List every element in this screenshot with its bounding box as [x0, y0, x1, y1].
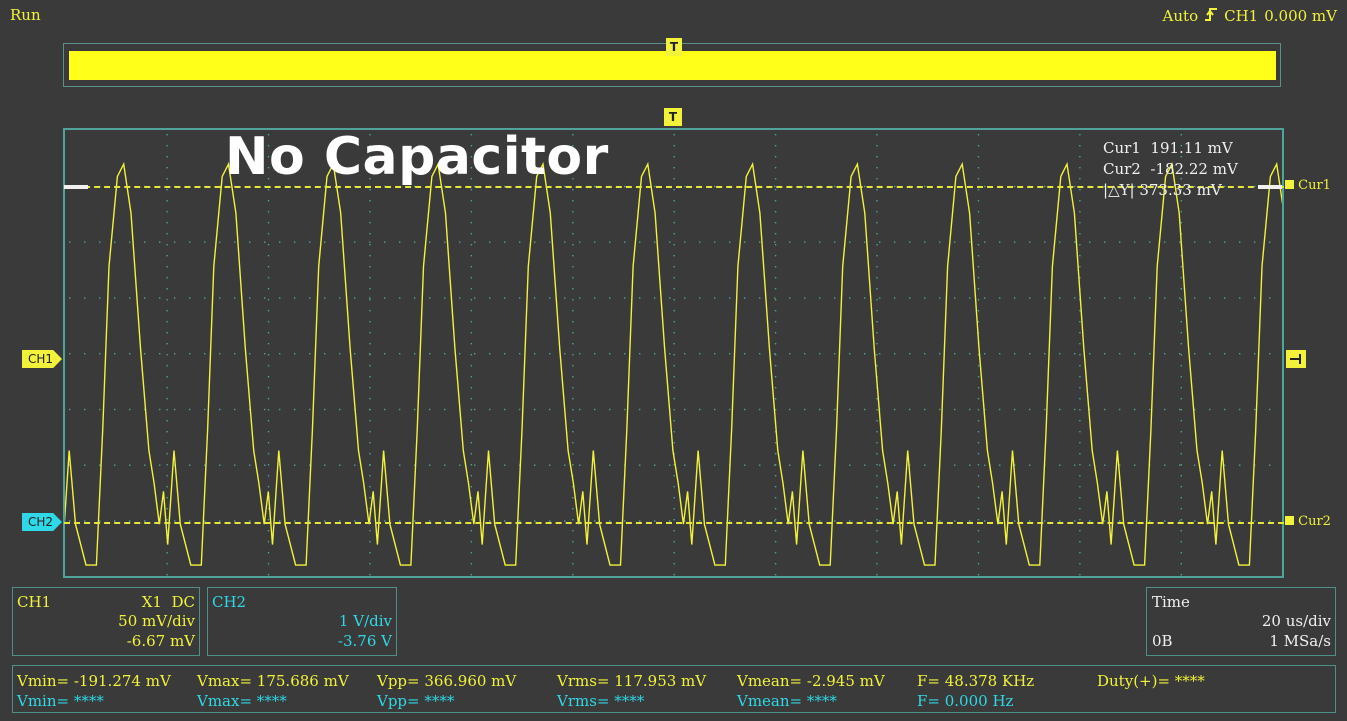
cur2-label: Cur2	[1103, 160, 1141, 178]
ch1-settings-panel[interactable]: CH1 X1 DC 50 mV/div -6.67 mV	[12, 587, 200, 656]
cursor-1-right-handle[interactable]	[1258, 185, 1282, 189]
cur2-value: -182.22 mV	[1150, 160, 1238, 178]
waveform-graph	[65, 134, 1282, 576]
ch1-duty: Duty(+)= ****	[1097, 672, 1205, 690]
trigger-marker-label: T	[669, 40, 679, 54]
cursor-2-square-icon	[1285, 516, 1294, 525]
trigger-status[interactable]: Auto CH1 0.000 mV	[1163, 6, 1337, 26]
run-status[interactable]: Run	[10, 6, 41, 24]
ch2-vrms: Vrms= ****	[557, 692, 645, 710]
cur1-value: 191.11 mV	[1150, 139, 1233, 157]
ch1-coupling: DC	[171, 593, 195, 611]
cursor-1-marker-label: Cur1	[1298, 178, 1331, 193]
ch1-probe: X1	[141, 593, 162, 611]
trigger-position-label: T	[668, 110, 678, 124]
ch2-marker-label: CH2	[28, 515, 54, 529]
ch2-vmax: Vmax= ****	[197, 692, 287, 710]
measurement-bar[interactable]: Vmin= -191.274 mV Vmax= 175.686 mV Vpp= …	[12, 665, 1336, 713]
screen-title: No Capacitor	[225, 127, 609, 187]
memory-depth: 0B	[1152, 632, 1173, 650]
ch1-offset: -6.67 mV	[126, 632, 195, 650]
trigger-level-marker[interactable]	[1286, 350, 1306, 368]
waveform-screen[interactable]	[63, 128, 1284, 578]
ch2-vpp: Vpp= ****	[377, 692, 455, 710]
ch2-frequency: F= 0.000 Hz	[917, 692, 1014, 710]
ch1-vrms: Vrms= 117.953 mV	[557, 672, 707, 690]
ch2-panel-name: CH2	[212, 593, 247, 611]
timebase-panel[interactable]: Time 20 us/div 0B 1 MSa/s	[1146, 587, 1336, 656]
ch2-vmin: Vmin= ****	[17, 692, 104, 710]
delta-y-label: △Y	[1108, 181, 1130, 199]
ch1-panel-name: CH1	[17, 593, 52, 611]
trigger-source: CH1	[1224, 7, 1259, 25]
ch1-vmin: Vmin= -191.274 mV	[17, 672, 171, 690]
sample-rate: 1 MSa/s	[1269, 632, 1331, 650]
ch2-scale: 1 V/div	[338, 612, 392, 630]
ch1-vpp: Vpp= 366.960 mV	[377, 672, 517, 690]
ch1-ground-marker[interactable]: CH1	[22, 350, 62, 368]
trigger-mode: Auto	[1162, 7, 1199, 25]
rising-edge-icon	[1204, 6, 1218, 26]
overview-trigger-marker[interactable]: T	[666, 38, 682, 56]
cur1-label: Cur1	[1103, 139, 1141, 157]
graticule	[69, 134, 1271, 576]
cursor-2-line[interactable]	[64, 522, 1284, 524]
trigger-level: 0.000 mV	[1264, 7, 1337, 25]
delta-y-value: 373.33 mV	[1139, 181, 1222, 199]
cursor-1-square-icon	[1285, 180, 1294, 189]
ch2-ground-marker[interactable]: CH2	[22, 513, 62, 531]
ch1-trace	[65, 161, 1282, 566]
ch1-vmean: Vmean= -2.945 mV	[737, 672, 885, 690]
trigger-level-icon	[1290, 354, 1301, 364]
ch1-marker-label: CH1	[28, 352, 54, 366]
cursor-readout: Cur1 191.11 mV Cur2 -182.22 mV |△Y| 373.…	[1103, 139, 1238, 199]
cursor-1-line[interactable]	[64, 186, 1284, 188]
time-label: Time	[1152, 593, 1190, 611]
ch1-probe-coupling: X1 DC	[142, 593, 195, 611]
ch1-scale: 50 mV/div	[118, 612, 195, 630]
time-scale: 20 us/div	[1261, 612, 1331, 630]
cursor-2-marker[interactable]: Cur2	[1285, 514, 1331, 529]
ch1-frequency: F= 48.378 KHz	[917, 672, 1035, 690]
trigger-position-marker[interactable]: T	[664, 108, 682, 126]
ch2-vmean: Vmean= ****	[737, 692, 837, 710]
cursor-1-left-handle[interactable]	[64, 185, 88, 189]
cursor-2-marker-label: Cur2	[1298, 514, 1331, 529]
ch2-settings-panel[interactable]: CH2 1 V/div -3.76 V	[207, 587, 397, 656]
ch2-offset: -3.76 V	[337, 632, 392, 650]
ch1-vmax: Vmax= 175.686 mV	[197, 672, 349, 690]
cursor-1-marker[interactable]: Cur1	[1285, 178, 1331, 193]
